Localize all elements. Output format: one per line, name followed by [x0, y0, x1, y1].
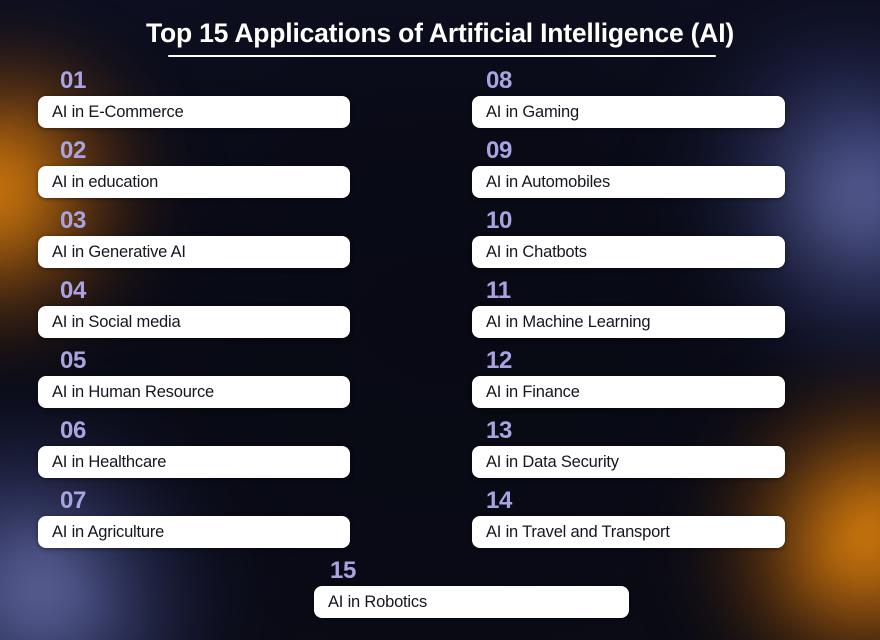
list-item-pill[interactable]: AI in Human Resource	[38, 376, 350, 408]
list-item[interactable]: 13 AI in Data Security	[472, 419, 785, 478]
list-item-label: AI in Generative AI	[52, 242, 186, 261]
list-item-number: 03	[60, 207, 87, 234]
list-item[interactable]: 02 AI in education	[38, 139, 350, 198]
list-item[interactable]: 04 AI in Social media	[38, 279, 350, 338]
list-item-number: 14	[486, 487, 513, 514]
list-item-number: 10	[486, 207, 513, 234]
list-item[interactable]: 10 AI in Chatbots	[472, 209, 785, 268]
list-item[interactable]: 15 AI in Robotics	[314, 559, 629, 618]
list-item[interactable]: 07 AI in Agriculture	[38, 489, 350, 548]
list-item-pill[interactable]: AI in Agriculture	[38, 516, 350, 548]
list-item-label: AI in Machine Learning	[486, 312, 651, 331]
list-item-pill[interactable]: AI in Machine Learning	[472, 306, 785, 338]
list-item[interactable]: 12 AI in Finance	[472, 349, 785, 408]
title-underline-divider	[168, 55, 716, 57]
list-item-pill[interactable]: AI in Travel and Transport	[472, 516, 785, 548]
list-item-number: 07	[60, 487, 87, 514]
list-item-pill[interactable]: AI in Chatbots	[472, 236, 785, 268]
list-item-number: 02	[60, 137, 87, 164]
list-item-label: AI in Human Resource	[52, 382, 214, 401]
list-item-label: AI in Social media	[52, 312, 181, 331]
list-item-label: AI in Automobiles	[486, 172, 611, 191]
list-item-label: AI in Healthcare	[52, 452, 167, 471]
list-item[interactable]: 11 AI in Machine Learning	[472, 279, 785, 338]
list-item-pill[interactable]: AI in E-Commerce	[38, 96, 350, 128]
list-item[interactable]: 08 AI in Gaming	[472, 69, 785, 128]
list-item-number: 12	[486, 347, 513, 374]
list-item-label: AI in E-Commerce	[52, 102, 184, 121]
list-item-number: 05	[60, 347, 87, 374]
list-item-number: 06	[60, 417, 87, 444]
list-item-number: 01	[60, 67, 87, 94]
list-item[interactable]: 01 AI in E-Commerce	[38, 69, 350, 128]
list-item[interactable]: 05 AI in Human Resource	[38, 349, 350, 408]
list-item-pill[interactable]: AI in Finance	[472, 376, 785, 408]
list-item[interactable]: 14 AI in Travel and Transport	[472, 489, 785, 548]
list-item-number: 09	[486, 137, 513, 164]
list-item-label: AI in Agriculture	[52, 522, 165, 541]
list-item-pill[interactable]: AI in Gaming	[472, 96, 785, 128]
list-item-label: AI in Robotics	[328, 592, 427, 611]
list-item-label: AI in Data Security	[486, 452, 619, 471]
list-item-number: 08	[486, 67, 513, 94]
list-item-number: 15	[330, 557, 357, 584]
list-item-pill[interactable]: AI in Robotics	[314, 586, 629, 618]
list-item[interactable]: 06 AI in Healthcare	[38, 419, 350, 478]
content-layer: Top 15 Applications of Artificial Intell…	[0, 0, 880, 640]
list-item-label: AI in education	[52, 172, 159, 191]
list-item-number: 04	[60, 277, 87, 304]
list-item-number: 11	[486, 277, 511, 304]
list-item-pill[interactable]: AI in Data Security	[472, 446, 785, 478]
infographic-canvas: Top 15 Applications of Artificial Intell…	[0, 0, 880, 640]
list-item-label: AI in Chatbots	[486, 242, 587, 261]
list-item-pill[interactable]: AI in Generative AI	[38, 236, 350, 268]
list-item-number: 13	[486, 417, 513, 444]
list-item-pill[interactable]: AI in Healthcare	[38, 446, 350, 478]
list-item-label: AI in Travel and Transport	[486, 522, 670, 541]
list-item-pill[interactable]: AI in education	[38, 166, 350, 198]
list-item-label: AI in Finance	[486, 382, 580, 401]
list-item[interactable]: 03 AI in Generative AI	[38, 209, 350, 268]
list-item[interactable]: 09 AI in Automobiles	[472, 139, 785, 198]
list-item-pill[interactable]: AI in Social media	[38, 306, 350, 338]
list-item-label: AI in Gaming	[486, 102, 579, 121]
list-item-pill[interactable]: AI in Automobiles	[472, 166, 785, 198]
page-title: Top 15 Applications of Artificial Intell…	[145, 18, 735, 48]
